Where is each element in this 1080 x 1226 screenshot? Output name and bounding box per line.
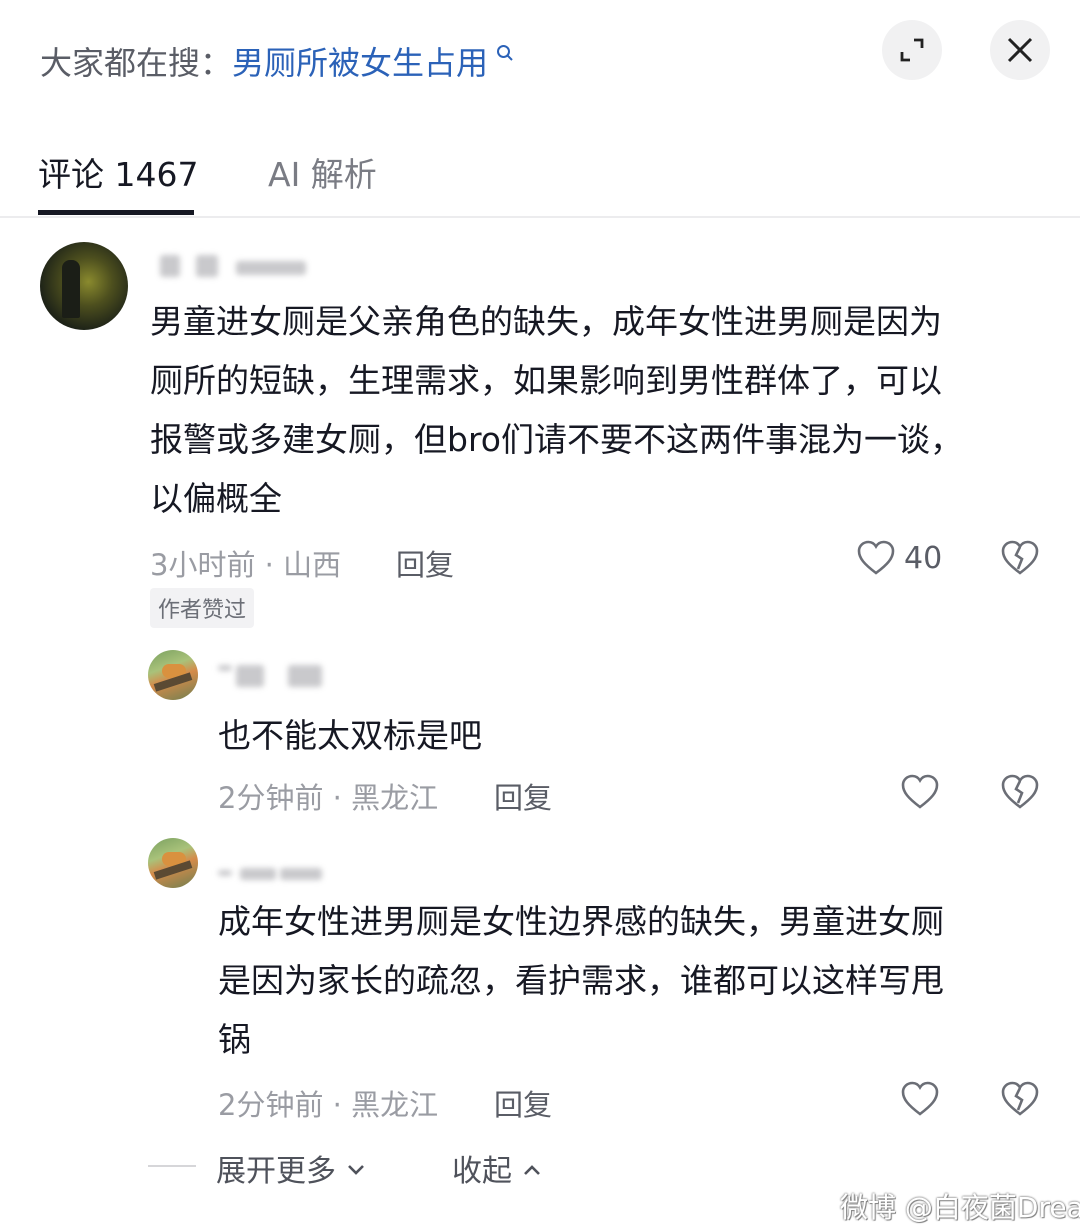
search-suggestion[interactable]: 大家都在搜：男厕所被女生占用: [40, 38, 514, 84]
search-keyword-link[interactable]: 男厕所被女生占用: [232, 44, 488, 82]
username-blurred[interactable]: [218, 862, 328, 884]
tab-comments[interactable]: 评论 1467: [38, 148, 198, 196]
close-button[interactable]: [990, 20, 1050, 80]
dislike-icon[interactable]: [1000, 773, 1040, 811]
like-count: 40: [904, 541, 943, 576]
chevron-up-icon: [523, 1165, 540, 1175]
reply-meta: 2分钟前 · 黑龙江: [218, 781, 439, 815]
reply-button[interactable]: 回复: [494, 775, 552, 817]
watermark: 微博 @白夜菌Dream: [840, 1191, 1080, 1224]
dislike-icon[interactable]: [1000, 539, 1040, 577]
dislike-icon[interactable]: [1000, 1080, 1040, 1118]
expand-icon: [900, 38, 924, 62]
username-blurred[interactable]: [160, 255, 310, 277]
avatar[interactable]: [148, 838, 198, 888]
expand-more-button[interactable]: 展开更多: [216, 1146, 366, 1190]
top-bar: 大家都在搜：男厕所被女生占用: [0, 0, 1080, 120]
username-blurred[interactable]: [218, 665, 328, 687]
heart-icon[interactable]: [900, 773, 940, 811]
heart-icon[interactable]: [900, 1080, 940, 1118]
reply-button[interactable]: 回复: [396, 542, 454, 584]
avatar[interactable]: [148, 650, 198, 700]
heart-icon[interactable]: [856, 539, 896, 577]
collapse-button[interactable]: 收起: [452, 1146, 542, 1190]
avatar[interactable]: [40, 242, 128, 330]
expand-button[interactable]: [882, 20, 942, 80]
search-prefix: 大家都在搜：: [40, 44, 233, 82]
reply-meta: 2分钟前 · 黑龙江: [218, 1088, 439, 1122]
active-tab-indicator: [38, 210, 194, 215]
reply-text: 也不能太双标是吧: [218, 716, 482, 755]
author-liked-badge: 作者赞过: [150, 588, 255, 628]
comment-text: 男童进女厕是父亲角色的缺失，成年女性进男厕是因为 厕所的短缺，生理需求，如果影响…: [150, 302, 963, 518]
search-icon: [490, 43, 514, 67]
comment-meta: 3小时前 · 山西: [150, 548, 342, 582]
chevron-down-icon: [347, 1165, 364, 1175]
divider-line: [148, 1165, 196, 1167]
tab-bar: 评论 1467 AI 解析: [0, 120, 1080, 218]
close-icon: [1007, 37, 1033, 63]
reply-button[interactable]: 回复: [494, 1082, 552, 1124]
reply-text: 成年女性进男厕是女性边界感的缺失，男童进女厕 是因为家长的疏忽，看护需求，谁都可…: [218, 902, 944, 1059]
tab-ai-analysis[interactable]: AI 解析: [268, 148, 377, 196]
